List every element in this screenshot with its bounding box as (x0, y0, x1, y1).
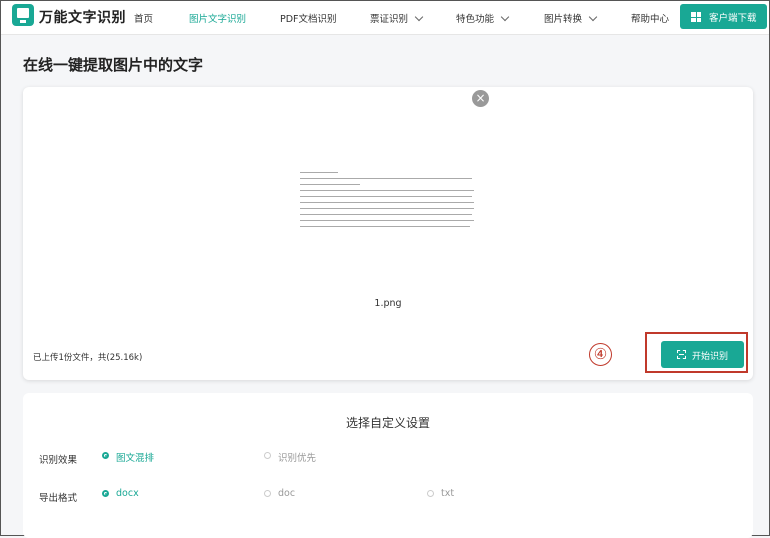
image-preview[interactable] (297, 162, 479, 229)
radio-mixed-layout-label: 图文混排 (116, 453, 155, 464)
download-client-label: 客户端下载 (709, 13, 757, 24)
radio-txt-label: txt (441, 488, 455, 499)
radio-checked-icon (102, 452, 109, 459)
start-recognition-button[interactable]: 开始识别 (661, 341, 744, 368)
step-number-annotation: ④ (589, 343, 612, 366)
radio-checked-icon (102, 490, 109, 497)
chevron-down-icon (500, 12, 510, 22)
radio-unchecked-icon (264, 490, 271, 497)
brand-name[interactable]: 万能文字识别 (39, 7, 126, 27)
file-name: 1.png (374, 298, 402, 309)
scan-icon (677, 350, 686, 359)
radio-doc-label: doc (278, 488, 296, 499)
windows-icon (691, 12, 701, 22)
export-format-label: 导出格式 (39, 493, 78, 504)
app-logo-icon[interactable] (12, 4, 34, 26)
nav-help[interactable]: 帮助中心 (631, 11, 669, 25)
recognition-effect-label: 识别效果 (39, 455, 78, 466)
nav-ticket-ocr[interactable]: 票证识别 (370, 11, 424, 25)
top-nav-bar: 万能文字识别 首页 图片文字识别 PDF文档识别 票证识别 特色功能 图片转换 … (1, 1, 769, 35)
chevron-down-icon (414, 12, 424, 22)
start-recognition-label: 开始识别 (692, 352, 729, 362)
nav-ticket-ocr-label: 票证识别 (370, 14, 409, 25)
nav-image-convert[interactable]: 图片转换 (544, 11, 598, 25)
radio-docx-label: docx (116, 488, 139, 499)
upload-panel (23, 87, 753, 380)
settings-title: 选择自定义设置 (345, 416, 430, 430)
nav-image-convert-label: 图片转换 (544, 14, 583, 25)
nav-home[interactable]: 首页 (134, 11, 153, 25)
radio-recognition-first-label: 识别优先 (278, 453, 317, 464)
nav-features[interactable]: 特色功能 (456, 11, 510, 25)
radio-unchecked-icon (427, 490, 434, 497)
nav-image-ocr[interactable]: 图片文字识别 (189, 11, 246, 25)
radio-unchecked-icon (264, 452, 271, 459)
download-client-button[interactable]: 客户端下载 (680, 4, 767, 29)
nav-pdf-ocr[interactable]: PDF文档识别 (280, 11, 337, 25)
remove-file-icon[interactable]: × (472, 90, 489, 107)
page-title: 在线一键提取图片中的文字 (23, 56, 204, 74)
nav-features-label: 特色功能 (456, 14, 495, 25)
upload-status-text: 已上传1份文件，共(25.16k) (33, 353, 143, 363)
chevron-down-icon (588, 12, 598, 22)
